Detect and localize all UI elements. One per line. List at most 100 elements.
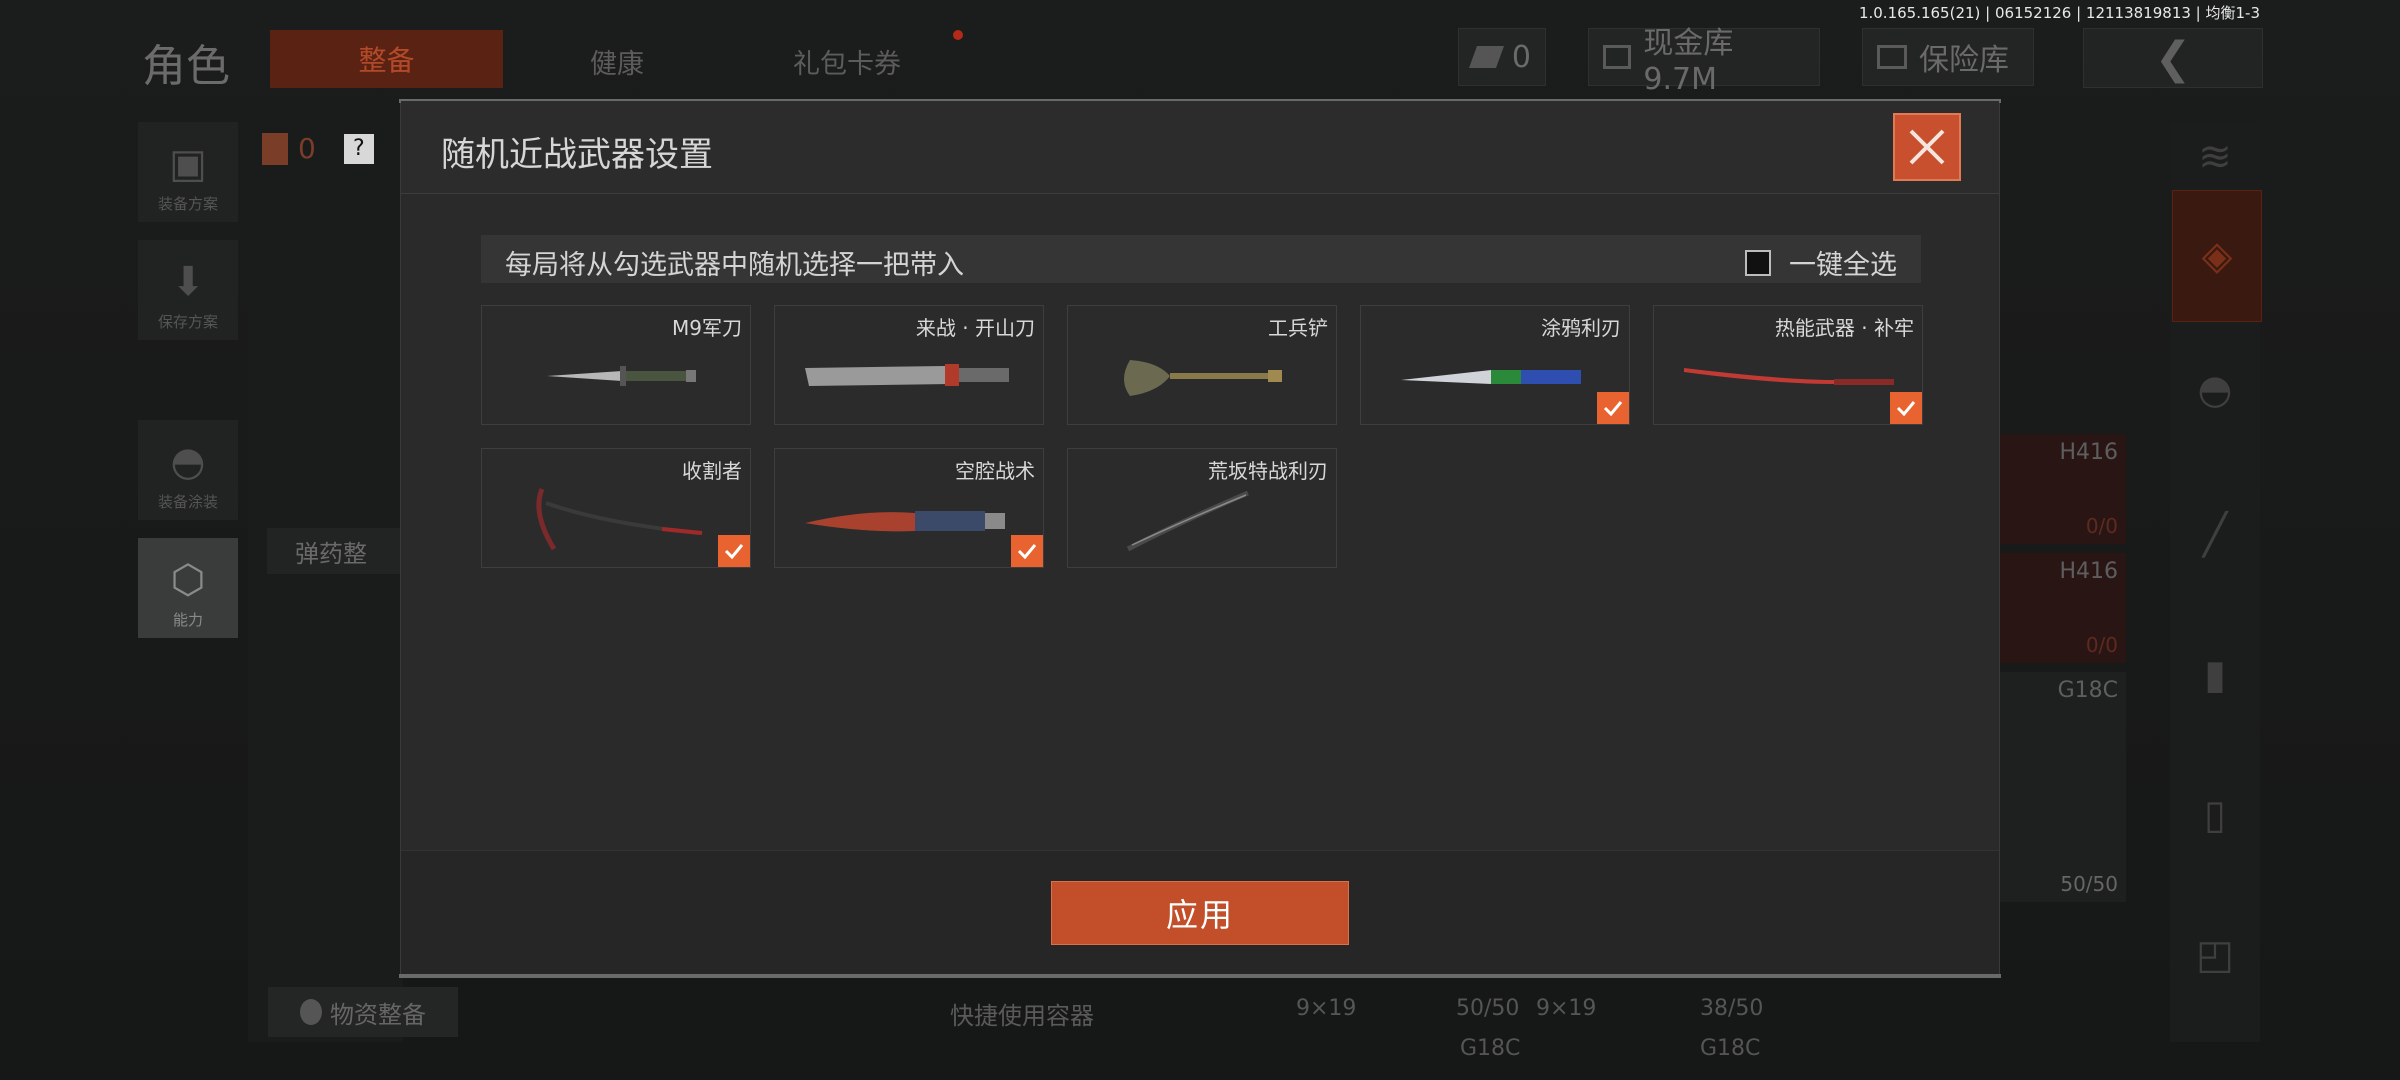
backpack-icon — [262, 132, 288, 165]
ammo-count: 38/50 — [1700, 996, 1764, 1021]
weapon-checkbox[interactable] — [1597, 392, 1629, 424]
supply-arrange-button[interactable]: 物资整备 — [268, 987, 458, 1037]
weapon-name: 来战 · 开山刀 — [915, 316, 1035, 340]
random-melee-settings-dialog: 随机近战武器设置 每局将从勾选武器中随机选择一把带入 一键全选 M9军刀 来战 … — [399, 99, 2001, 978]
info-text: 每局将从勾选武器中随机选择一把带入 — [505, 250, 964, 281]
close-icon — [1909, 129, 1945, 165]
slot-count: 0/0 — [2085, 514, 2118, 538]
chevron-left-icon: ❮ — [2154, 32, 2192, 84]
sidebar-item-save-loadout[interactable]: ⬇ 保存方案 — [138, 240, 238, 340]
cash-vault-label: 现金库 9.7M — [1643, 25, 1734, 97]
weapon-card-m9[interactable]: M9军刀 — [481, 305, 751, 425]
page-title: 角色 — [142, 41, 230, 92]
checkmark-icon — [1603, 401, 1623, 417]
sidebar-item-label: 装备涂装 — [157, 493, 218, 511]
weapon-checkbox[interactable] — [718, 535, 750, 567]
weapon-name: 工兵铲 — [1268, 316, 1328, 340]
sidebar-item-label: 保存方案 — [157, 313, 218, 331]
ammo-caliber: 9×19 — [1296, 996, 1357, 1021]
cash-vault-button[interactable]: 现金库 9.7M — [1588, 26, 1820, 97]
weapon-card-arasaka-blade[interactable]: 荒坂特战利刃 — [1067, 448, 1337, 568]
slot-name: G18C — [2057, 678, 2118, 703]
inventory-panel — [248, 122, 403, 1042]
magazine-category-icon[interactable]: ▮ — [2180, 640, 2250, 710]
ammo-weapon-name: G18C — [1700, 1036, 1761, 1061]
ammo-count: 50/50 — [1456, 996, 1520, 1021]
currency-count: 0 — [1511, 39, 1531, 75]
shovel-icon — [1124, 360, 1282, 396]
ammo-caliber: 9×19 — [1536, 996, 1597, 1021]
checkmark-icon — [724, 544, 744, 560]
ammo-arrange-button[interactable]: 弹药整 — [267, 528, 407, 574]
weapon-card-machete[interactable]: 来战 · 开山刀 — [774, 305, 1044, 425]
combat-knife-icon — [805, 511, 1005, 532]
quick-use-container-label[interactable]: 快捷使用容器 — [950, 996, 1094, 1031]
machete-icon — [805, 364, 1009, 386]
select-all-label: 一键全选 — [1789, 250, 1897, 281]
sidebar-item-loadout[interactable]: ▣ 装备方案 — [138, 122, 238, 222]
bayonet-icon — [547, 366, 696, 386]
sidebar-item-label: 能力 — [172, 611, 203, 629]
curved-blade-icon — [1126, 490, 1249, 552]
weapon-card-cavity-tactical[interactable]: 空腔战术 — [774, 448, 1044, 568]
weapon-name: 涂鸦利刃 — [1541, 316, 1621, 340]
sidebar-item-label: 装备方案 — [157, 195, 218, 213]
close-button[interactable] — [1893, 113, 1961, 181]
attachment-category-icon[interactable]: ▯ — [2180, 780, 2250, 850]
slot-count: 0/0 — [2085, 633, 2118, 657]
currency-counter[interactable]: 0 — [1458, 28, 1546, 86]
weapon-checkbox[interactable] — [1890, 392, 1922, 424]
weapon-slot[interactable]: G18C 50/50 — [1998, 672, 2126, 902]
weapon-card-graffiti-blade[interactable]: 涂鸦利刃 — [1360, 305, 1630, 425]
weapon-name: 空腔战术 — [955, 459, 1035, 483]
select-all-toggle[interactable]: 一键全选 — [1745, 243, 1897, 282]
supply-icon — [300, 999, 322, 1025]
filter-icon[interactable]: ≋ — [2180, 122, 2250, 192]
weapon-slot[interactable]: H416 0/0 — [1998, 553, 2126, 663]
select-all-checkbox[interactable] — [1745, 249, 1771, 276]
sidebar-item-ability[interactable]: ⬡ 能力 — [138, 538, 238, 638]
apply-button[interactable]: 应用 — [1051, 881, 1349, 945]
notification-dot — [953, 30, 963, 40]
dialog-title: 随机近战武器设置 — [441, 135, 713, 175]
sidebar-item-skins[interactable]: ◓ 装备涂装 — [138, 420, 238, 520]
katana-icon — [1684, 368, 1894, 385]
weapon-name: 热能武器 · 补牢 — [1774, 316, 1914, 340]
checkmark-icon — [1017, 544, 1037, 560]
ticket-icon — [1468, 46, 1504, 68]
checkmark-icon — [1896, 401, 1916, 417]
version-label: 1.0.165.165(21) | 06152126 | 12113819813… — [1858, 4, 2260, 22]
insurance-label: 保险库 — [1919, 43, 2009, 78]
slot-name: H416 — [2059, 440, 2118, 465]
backpack-stat: 0 ? — [262, 132, 374, 165]
help-icon[interactable]: ? — [343, 133, 374, 164]
slot-count: 50/50 — [2060, 872, 2118, 896]
slot-name: H416 — [2059, 559, 2118, 584]
ability-icon: ⬡ — [170, 557, 206, 603]
dialog-footer: 应用 — [401, 850, 1999, 976]
tab-health[interactable]: 健康 — [590, 42, 644, 81]
grip-category-icon[interactable]: ◰ — [2180, 920, 2250, 990]
helmet-category-icon[interactable]: ◓ — [2180, 355, 2250, 425]
weapon-card-shovel[interactable]: 工兵铲 — [1067, 305, 1337, 425]
weapon-name: 收割者 — [682, 459, 742, 483]
equipment-category-icon[interactable]: ◈ — [2172, 190, 2262, 322]
info-bar: 每局将从勾选武器中随机选择一把带入 一键全选 — [481, 235, 1921, 283]
weapon-name: M9军刀 — [672, 316, 742, 340]
tab-gift-coupons[interactable]: 礼包卡券 — [793, 42, 901, 81]
rifle-category-icon[interactable]: ╱ — [2180, 500, 2250, 570]
weapon-card-thermal-katana[interactable]: 热能武器 · 补牢 — [1653, 305, 1923, 425]
weapon-name: 荒坂特战利刃 — [1208, 459, 1328, 483]
weapon-card-reaper[interactable]: 收割者 — [481, 448, 751, 568]
supply-label: 物资整备 — [330, 1000, 426, 1029]
helmet-icon: ◓ — [170, 439, 206, 485]
download-icon: ⬇ — [171, 259, 205, 305]
dialog-header: 随机近战武器设置 — [401, 101, 1999, 194]
weapon-slot[interactable]: H416 0/0 — [1998, 434, 2126, 544]
weapon-checkbox[interactable] — [1011, 535, 1043, 567]
tab-equipment[interactable]: 整备 — [270, 30, 503, 88]
back-button[interactable]: ❮ — [2083, 28, 2263, 88]
vault-icon — [1603, 45, 1632, 69]
insurance-vault-button[interactable]: 保险库 — [1862, 28, 2034, 86]
backpack-count: 0 — [298, 132, 316, 165]
